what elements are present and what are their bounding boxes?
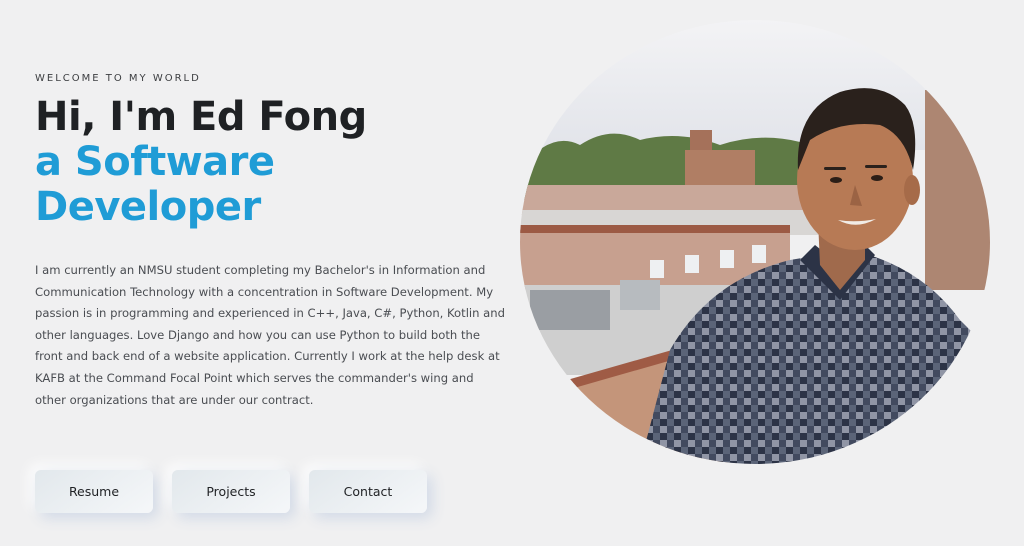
hero-greeting: Hi, I'm Ed Fong [35,94,367,140]
welcome-tagline: WELCOME TO MY WORLD [35,73,201,84]
contact-button[interactable]: Contact [309,470,427,513]
hero-intro: WELCOME TO MY WORLD Hi, I'm Ed Fong a So… [35,70,505,411]
hero-role-line-2: Developer [35,184,261,230]
profile-photo-illustration [520,20,990,464]
hero-actions: Resume Projects Contact [35,470,427,513]
hero-bio: I am currently an NMSU student completin… [35,263,505,407]
resume-button[interactable]: Resume [35,470,153,513]
profile-photo [520,20,990,464]
projects-button[interactable]: Projects [172,470,290,513]
hero-role-line-1: a Software [35,139,275,185]
